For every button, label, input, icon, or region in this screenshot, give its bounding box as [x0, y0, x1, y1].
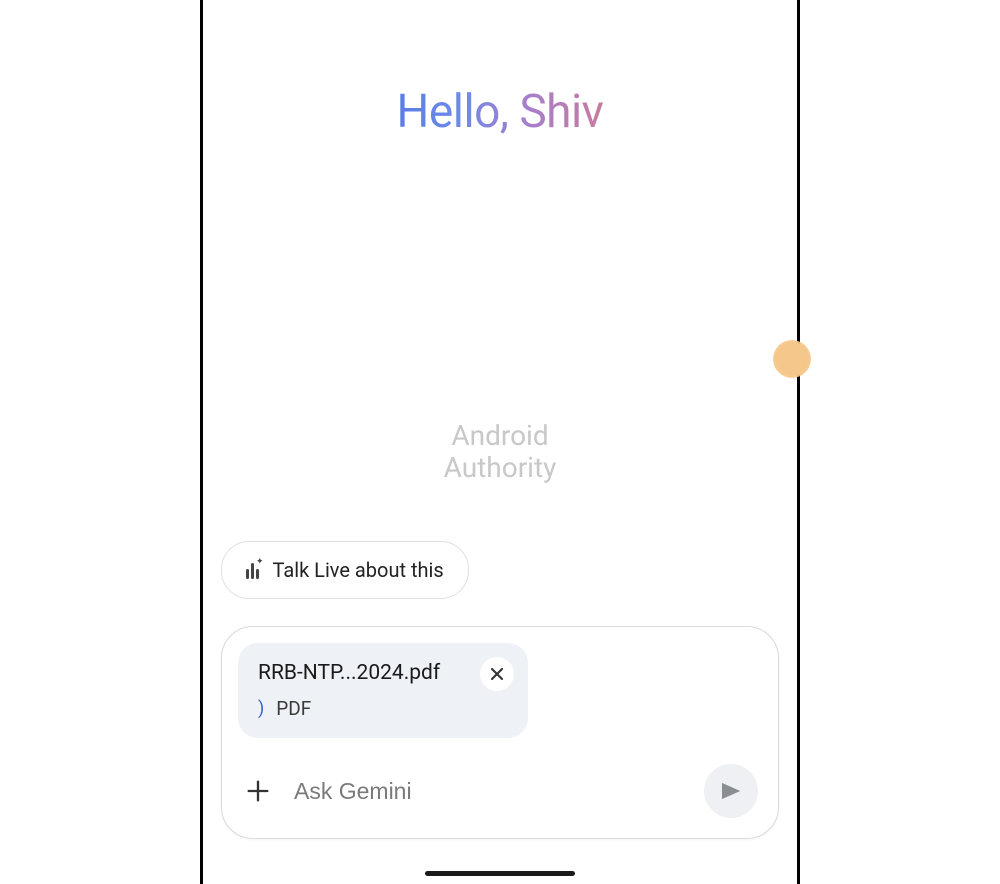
attachment-filename: RRB-NTP...2024.pdf — [258, 661, 508, 685]
plus-icon — [244, 777, 272, 805]
attachment-type-row: ) PDF — [258, 697, 508, 720]
greeting-text: Hello, Shiv — [397, 85, 604, 139]
watermark-line2: Authority — [444, 452, 557, 484]
pdf-icon: ) — [258, 698, 264, 719]
send-icon — [719, 779, 743, 803]
phone-frame: Hello, Shiv Android Authority ✦ Talk Liv… — [200, 0, 800, 884]
add-button[interactable] — [242, 775, 274, 807]
input-container: RRB-NTP...2024.pdf ) PDF — [221, 626, 779, 839]
main-content: Hello, Shiv Android Authority ✦ Talk Liv… — [203, 0, 797, 884]
close-icon — [487, 664, 507, 684]
talk-live-button[interactable]: ✦ Talk Live about this — [221, 541, 469, 599]
watermark: Android Authority — [444, 420, 557, 484]
attachment-card[interactable]: RRB-NTP...2024.pdf ) PDF — [238, 643, 528, 738]
touch-indicator — [773, 340, 811, 378]
home-indicator[interactable] — [425, 871, 575, 876]
attachment-type: PDF — [276, 697, 311, 720]
input-row — [238, 756, 762, 822]
remove-attachment-button[interactable] — [480, 657, 514, 691]
send-button[interactable] — [704, 764, 758, 818]
live-audio-icon: ✦ — [246, 561, 259, 579]
suggestion-label: Talk Live about this — [273, 558, 444, 582]
prompt-input[interactable] — [294, 778, 684, 805]
watermark-line1: Android — [444, 420, 557, 452]
